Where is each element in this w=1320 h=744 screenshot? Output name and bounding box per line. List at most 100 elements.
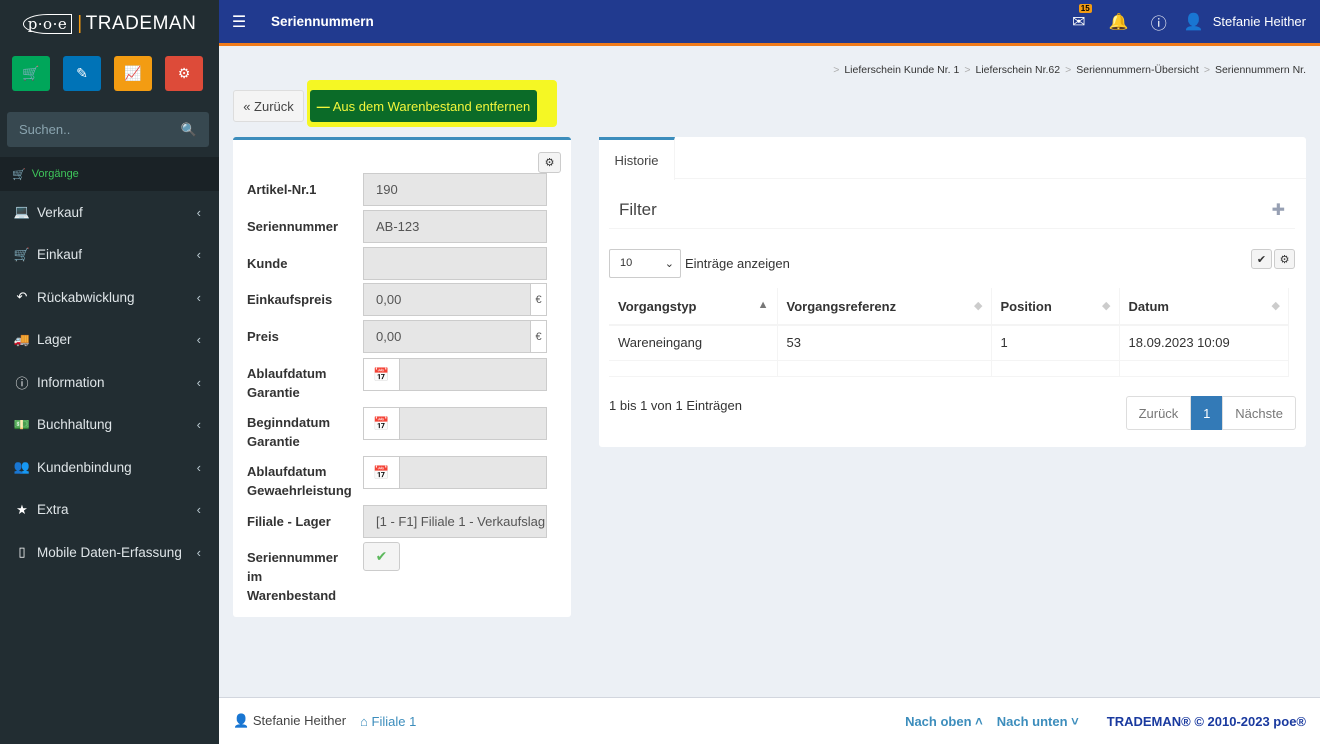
sidebar-item-verkauf[interactable]: 💻 Verkauf ‹ xyxy=(0,191,219,234)
artikel-field[interactable]: 190 xyxy=(363,173,547,206)
preis-field[interactable]: 0,00 xyxy=(363,320,531,353)
ablauf-garantie-label: Ablaufdatum Garantie xyxy=(247,366,327,400)
breadcrumb-item-current: Seriennummern Nr. xyxy=(1214,64,1306,76)
einkaufspreis-field[interactable]: 0,00 xyxy=(363,283,531,316)
scroll-bottom-link[interactable]: Nach unten ˅ xyxy=(997,714,1079,729)
length-row: 10 ⌄ Einträge anzeigen ✔ ⚙ xyxy=(609,248,1295,278)
back-button[interactable]: « Zurück xyxy=(233,90,304,122)
sidebar-section-vorgaenge[interactable]: 🛒 Vorgänge xyxy=(0,157,219,191)
row-einkaufspreis: Einkaufspreis 0,00 € xyxy=(247,283,557,316)
sidebar-item-kundenbindung[interactable]: 👥 Kundenbindung ‹ xyxy=(0,446,219,489)
info-icon: ⓘ xyxy=(15,375,29,391)
sort-asc-icon: ▲ xyxy=(757,299,769,311)
sidebar-item-lager[interactable]: 🚚 Lager ‹ xyxy=(0,319,219,362)
table-cell: 53 xyxy=(777,325,992,361)
pagination-prev[interactable]: Zurück xyxy=(1125,396,1192,430)
ablauf-gewaehrleistung-label: Ablaufdatum Gewaehrleistung xyxy=(247,464,352,498)
tab-historie[interactable]: Historie xyxy=(599,137,675,180)
column-header[interactable]: Vorgangsreferenz ◆ xyxy=(777,288,992,326)
pagination-page-1[interactable]: 1 xyxy=(1191,396,1223,430)
double-chevron-down-icon: ˅ xyxy=(1071,713,1079,729)
search-placeholder: Suchen.. xyxy=(19,122,71,137)
im-bestand-checkbox[interactable]: ✔ xyxy=(363,542,400,571)
quick-chart-button[interactable]: 📈 xyxy=(114,56,152,91)
sidebar-item-mobile-daten-erfassung[interactable]: ▯ Mobile Daten-Erfassung ‹ xyxy=(0,531,219,574)
sidebar-item-extra[interactable]: ★ Extra ‹ xyxy=(0,489,219,532)
sidebar-item-information[interactable]: ⓘ Information ‹ xyxy=(0,361,219,404)
user-icon: 👤 xyxy=(233,713,250,728)
filiale-lager-select[interactable]: [1 - F1] Filiale 1 - Verkaufslag xyxy=(363,505,547,538)
check-button[interactable]: ✔ xyxy=(1251,249,1272,269)
einkaufspreis-label: Einkaufspreis xyxy=(247,292,333,307)
hamburger-menu-icon[interactable]: ☰ xyxy=(219,12,259,32)
chevron-left-icon: ‹ xyxy=(196,502,201,518)
plus-icon[interactable]: ✚ xyxy=(1272,200,1285,220)
quick-edit-button[interactable]: ✎ xyxy=(63,56,101,91)
calendar-icon[interactable]: 📅 xyxy=(363,358,400,391)
breadcrumb-item[interactable]: Lieferschein Nr.62 xyxy=(975,64,1060,76)
sidebar-item-buchhaltung[interactable]: 💵 Buchhaltung ‹ xyxy=(0,404,219,447)
beginn-garantie-date-field[interactable] xyxy=(399,407,547,440)
cart-icon: 🛒 xyxy=(22,65,40,81)
quick-settings-button[interactable]: ⚙ xyxy=(165,56,203,91)
row-filiale-lager: Filiale - Lager [1 - F1] Filiale 1 - Ver… xyxy=(247,505,557,538)
table-row[interactable]: Wareneingang 53 1 18.09.2023 10:09 xyxy=(609,325,1289,361)
search-icon[interactable]: 🔍 xyxy=(181,122,197,138)
breadcrumb-item[interactable]: Lieferschein Kunde Nr. 1 xyxy=(844,64,959,76)
seriennummer-field[interactable]: AB-123 xyxy=(363,210,547,243)
euro-addon: € xyxy=(530,320,547,353)
money-icon: 💵 xyxy=(13,416,31,432)
check-icon: ✔ xyxy=(1256,253,1267,266)
sidebar-search-input[interactable]: Suchen.. 🔍 xyxy=(7,112,209,147)
scroll-top-link[interactable]: Nach oben ˄ xyxy=(905,714,983,729)
notifications-button[interactable]: 🔔 xyxy=(1099,12,1139,32)
pagination-next[interactable]: Nächste xyxy=(1222,396,1296,430)
preis-label: Preis xyxy=(247,329,279,344)
seriennummer-label: Seriennummer xyxy=(247,219,339,234)
footer-filiale-link[interactable]: ⌂ Filiale 1 xyxy=(360,714,416,729)
sidebar-item-rueckabwicklung[interactable]: ↶ Rückabwicklung ‹ xyxy=(0,276,219,319)
pencil-icon: ✎ xyxy=(76,65,88,81)
filiale-lager-label: Filiale - Lager xyxy=(247,514,331,529)
footer-copyright: TRADEMAN® © 2010-2023 poe® xyxy=(1106,713,1306,729)
breadcrumb-item[interactable]: Seriennummern-Übersicht xyxy=(1076,64,1199,76)
sidebar-item-einkauf[interactable]: 🛒 Einkauf ‹ xyxy=(0,234,219,277)
mail-button[interactable]: ✉ 15 xyxy=(1059,3,1099,32)
quick-cart-button[interactable]: 🛒 xyxy=(12,56,50,91)
sidebar-item-label: Einkauf xyxy=(37,247,83,263)
table-row-empty xyxy=(609,360,1289,377)
minus-icon: — xyxy=(316,98,330,114)
ablauf-garantie-date-field[interactable] xyxy=(399,358,547,391)
remove-from-stock-button[interactable]: — Aus dem Warenbestand entfernen xyxy=(310,90,537,122)
calendar-icon[interactable]: 📅 xyxy=(363,407,400,440)
truck-icon: 🚚 xyxy=(13,331,31,347)
panel-settings-button[interactable]: ⚙ xyxy=(538,152,561,173)
double-chevron-up-icon: ˄ xyxy=(975,713,983,729)
table-settings-button[interactable]: ⚙ xyxy=(1274,249,1295,269)
user-avatar[interactable]: 👤 xyxy=(1179,12,1209,32)
column-header[interactable]: Position ◆ xyxy=(991,288,1120,326)
help-button[interactable]: ⓘ xyxy=(1139,10,1179,34)
tab-bar: Historie xyxy=(599,137,1306,180)
mobile-icon: ▯ xyxy=(18,544,26,560)
ablauf-gewaehrleistung-date-field[interactable] xyxy=(399,456,547,489)
length-label: Einträge anzeigen xyxy=(685,255,790,271)
sidebar: p·o·e | TRADEMAN 🛒 ✎ 📈 ⚙ Suchen.. 🔍 🛒 Vorg… xyxy=(0,0,219,744)
kunde-field[interactable] xyxy=(363,247,547,280)
kunde-label: Kunde xyxy=(247,256,288,271)
user-menu[interactable]: Stefanie Heither xyxy=(1213,14,1306,29)
history-panel: Historie Filter ✚ 10 ⌄ Einträge anzeigen… xyxy=(599,137,1306,447)
page-length-select[interactable]: 10 ⌄ xyxy=(609,248,681,278)
page-title: Seriennummern xyxy=(271,14,374,29)
row-seriennummer: Seriennummer AB-123 xyxy=(247,210,557,243)
logo[interactable]: p·o·e | TRADEMAN xyxy=(0,0,219,47)
chevron-left-icon: ‹ xyxy=(196,544,201,560)
row-ablauf-gewaehrleistung: Ablaufdatum Gewaehrleistung 📅 xyxy=(247,456,557,502)
table-cell: 1 xyxy=(991,325,1120,361)
poe-logo-mark: p·o·e xyxy=(22,13,73,34)
im-bestand-label: Seriennummer im Warenbestand xyxy=(247,550,339,603)
breadcrumb: > Lieferschein Kunde Nr. 1 > Lieferschein … xyxy=(833,64,1306,76)
column-header[interactable]: Datum ◆ xyxy=(1119,288,1289,326)
column-header[interactable]: Vorgangstyp ▲ xyxy=(609,288,778,326)
calendar-icon[interactable]: 📅 xyxy=(363,456,400,489)
